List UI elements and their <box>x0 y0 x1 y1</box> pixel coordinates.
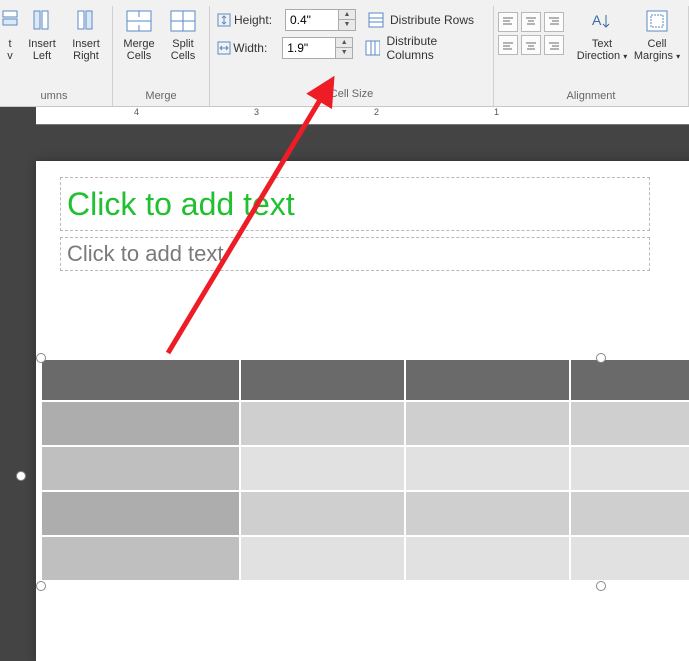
distribute-rows-icon <box>368 12 384 28</box>
ruler-mark: 2 <box>374 107 379 125</box>
width-label: Width: <box>233 41 276 55</box>
distribute-columns-label: Distribute Columns <box>386 34 483 62</box>
text-direction-label: Text Direction ▾ <box>577 38 627 63</box>
insert-left-button[interactable]: Insert Left <box>20 6 64 64</box>
group-label-alignment: Alignment <box>567 90 616 106</box>
svg-text:A: A <box>592 12 602 28</box>
insert-left-icon <box>30 9 54 33</box>
height-input[interactable] <box>286 13 338 27</box>
split-cells-label: Split Cells <box>171 38 195 62</box>
merge-cells-button[interactable]: Merge Cells <box>117 6 161 64</box>
table-row[interactable] <box>41 536 689 581</box>
subtitle-placeholder-text: Click to add text <box>67 241 224 267</box>
align-ml[interactable] <box>498 35 518 55</box>
width-input[interactable] <box>283 41 335 55</box>
ruler-mark: 4 <box>134 107 139 125</box>
width-spin-up[interactable]: ▲ <box>336 38 352 48</box>
height-spin-up[interactable]: ▲ <box>339 10 355 20</box>
cell-margins-button[interactable]: Cell Margins ▾ <box>630 6 684 65</box>
insert-row-icon <box>1 9 19 33</box>
table-row[interactable] <box>41 491 689 536</box>
cell-margins-label: Cell Margins ▾ <box>634 38 680 63</box>
insert-partial-label: t v <box>7 38 13 62</box>
insert-left-label: Insert Left <box>28 38 56 62</box>
selection-handle[interactable] <box>16 471 26 481</box>
group-label-cellsize: Cell Size <box>330 88 373 104</box>
title-placeholder-text: Click to add text <box>67 186 295 223</box>
selection-handle[interactable] <box>36 353 46 363</box>
slide-canvas[interactable]: Click to add text Click to add text <box>0 125 689 613</box>
insert-right-button[interactable]: Insert Right <box>64 6 108 64</box>
ruler-mark: 3 <box>254 107 259 125</box>
align-grid <box>498 12 564 55</box>
height-label: Height: <box>234 13 279 27</box>
height-spin-down[interactable]: ▼ <box>339 20 355 30</box>
distribute-columns-button[interactable]: Distribute Columns <box>361 36 487 60</box>
split-cells-icon <box>170 10 196 32</box>
distribute-rows-button[interactable]: Distribute Rows <box>364 8 478 32</box>
insert-right-icon <box>74 9 98 33</box>
distribute-columns-icon <box>365 40 380 56</box>
width-spin-down[interactable]: ▼ <box>336 48 352 58</box>
group-label-merge: Merge <box>145 90 176 106</box>
insert-partial-button[interactable]: t v <box>0 6 20 64</box>
group-alignment: A Text Direction ▾ Cell Margins ▾ Alignm… <box>494 6 689 106</box>
width-spinbox[interactable]: ▲ ▼ <box>282 37 353 59</box>
merge-cells-label: Merge Cells <box>123 38 154 62</box>
align-tl[interactable] <box>498 12 518 32</box>
cell-margins-icon <box>645 9 669 33</box>
height-icon <box>216 12 232 28</box>
align-tc[interactable] <box>521 12 541 32</box>
slide[interactable]: Click to add text Click to add text <box>36 161 689 661</box>
merge-cells-icon <box>126 10 152 32</box>
group-merge: Merge Cells Split Cells Merge <box>113 6 210 106</box>
selection-handle[interactable] <box>596 353 606 363</box>
align-mr[interactable] <box>544 35 564 55</box>
selection-handle[interactable] <box>596 581 606 591</box>
insert-right-label: Insert Right <box>72 38 100 62</box>
group-cellsize: Height: ▲ ▼ Distribute Rows Width: <box>210 6 494 106</box>
text-direction-button[interactable]: A Text Direction ▾ <box>574 6 630 65</box>
split-cells-button[interactable]: Split Cells <box>161 6 205 64</box>
subtitle-placeholder[interactable]: Click to add text <box>60 237 650 271</box>
align-mc[interactable] <box>521 35 541 55</box>
table-row[interactable] <box>41 401 689 446</box>
text-direction-icon: A <box>590 9 614 33</box>
width-icon <box>216 40 231 56</box>
ruler-mark: 1 <box>494 107 499 125</box>
group-label-rowscols: umns <box>41 90 68 106</box>
table-row[interactable] <box>41 446 689 491</box>
inserted-table[interactable] <box>40 358 689 582</box>
group-rowscols: t v Insert Left Insert Right umns <box>0 6 113 106</box>
title-placeholder[interactable]: Click to add text <box>60 177 650 231</box>
table-header-row[interactable] <box>41 359 689 401</box>
horizontal-ruler[interactable]: 4 3 2 1 <box>36 107 689 125</box>
height-spinbox[interactable]: ▲ ▼ <box>285 9 356 31</box>
align-tr[interactable] <box>544 12 564 32</box>
selection-handle[interactable] <box>36 581 46 591</box>
distribute-rows-label: Distribute Rows <box>390 13 474 27</box>
ribbon: t v Insert Left Insert Right umns Merge … <box>0 0 689 107</box>
